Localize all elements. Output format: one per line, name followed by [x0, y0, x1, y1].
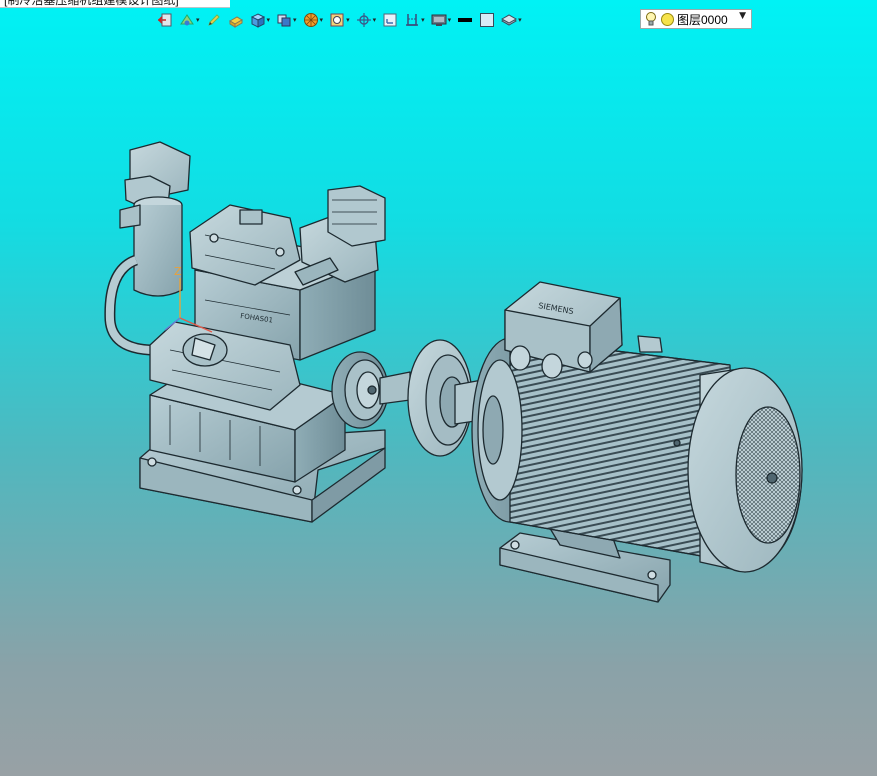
shaft-coupling [379, 339, 483, 457]
3d-viewport[interactable]: [制冷活塞压缩机组建模设计图纸] ▾ ▾ ▾ ▾ ▾ ▾ ▾ ▾ ▾ 图层000… [0, 0, 877, 776]
axis-z-label: Z [174, 265, 182, 278]
cylinder-head-right [294, 185, 386, 286]
compressor-motor-assembly[interactable]: FOHAS01 Z SIEMENS [0, 0, 877, 776]
